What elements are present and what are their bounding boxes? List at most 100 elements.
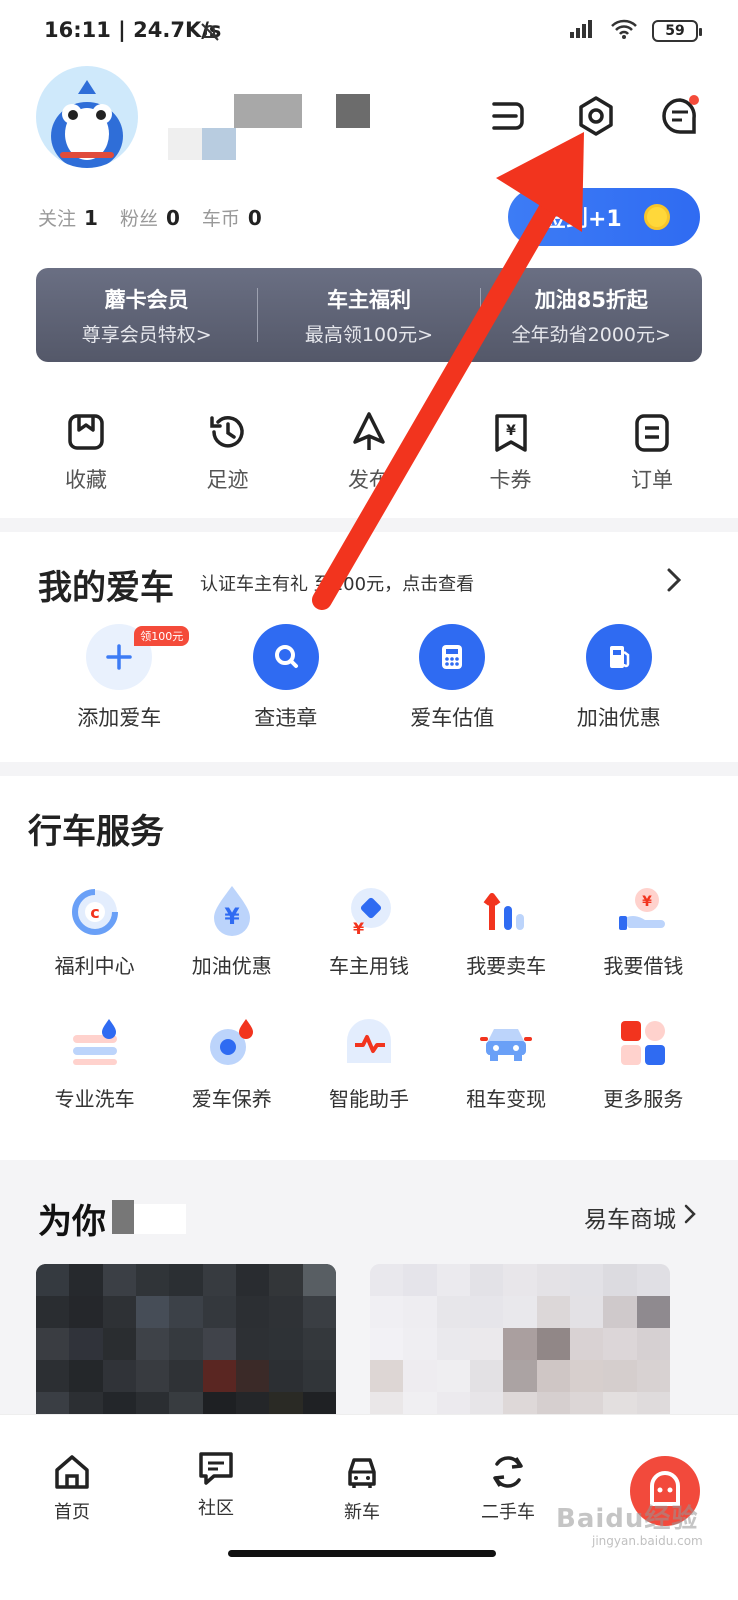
used-car-icon: [488, 1452, 528, 1492]
stat-value[interactable]: 0: [248, 206, 262, 230]
svc-item[interactable]: c 福利中心: [26, 880, 163, 979]
svc-label: 我要卖车: [466, 954, 547, 978]
svc-item[interactable]: 智能助手: [300, 1013, 437, 1112]
member-title: 加油85折起: [534, 287, 648, 312]
svc-item[interactable]: ¥ 加油优惠: [163, 880, 300, 979]
car-item-valuation[interactable]: 爱车估值: [377, 624, 527, 732]
member-banner: 蘑卡会员 尊享会员特权> 车主福利 最高领100元> 加油85折起 全年劲省20…: [36, 268, 702, 362]
stat-label[interactable]: 粉丝: [120, 204, 158, 231]
member-sub: 全年劲省2000元>: [511, 323, 671, 346]
member-item-fuel[interactable]: 加油85折起 全年劲省2000元>: [481, 284, 702, 347]
sell-car-icon: [476, 880, 536, 940]
username-blur: [336, 94, 370, 128]
menu-icon[interactable]: [488, 96, 528, 140]
signin-button[interactable]: 签到+1: [508, 188, 700, 246]
stat-label[interactable]: 关注: [38, 204, 76, 231]
baidu-watermark: Baidu经验: [556, 1504, 699, 1534]
tab-home[interactable]: 首页: [22, 1452, 122, 1524]
stat-value[interactable]: 1: [84, 206, 98, 230]
recommend-card-right[interactable]: [370, 1264, 670, 1424]
svc-label: 我要借钱: [603, 954, 684, 978]
community-icon: [196, 1448, 236, 1488]
recommend-card-left[interactable]: [36, 1264, 336, 1424]
svc-label: 更多服务: [603, 1087, 684, 1111]
status-time: 16:11 | 24.7K/s: [44, 18, 222, 42]
quick-label: 足迹: [206, 468, 249, 492]
svc-item[interactable]: ¥ 我要借钱: [575, 880, 712, 979]
rent-car-icon: [476, 1013, 536, 1073]
member-item-vip[interactable]: 蘑卡会员 尊享会员特权>: [36, 284, 257, 347]
stat-label[interactable]: 车币: [202, 204, 240, 231]
username-blur: [234, 94, 302, 128]
mall-link[interactable]: 易车商城: [584, 1200, 698, 1234]
maintenance-icon: [202, 1013, 262, 1073]
section-separator: [0, 518, 738, 532]
car-label: 爱车估值: [410, 706, 495, 730]
order-icon: [630, 410, 674, 454]
tab-new-car[interactable]: 新车: [312, 1452, 412, 1524]
svc-item[interactable]: 爱车保养: [163, 1013, 300, 1112]
car-item-fuel[interactable]: 加油优惠: [544, 624, 694, 732]
search-icon: [252, 624, 319, 690]
car-wash-icon: [65, 1013, 125, 1073]
member-sub: 最高领100元>: [304, 323, 434, 346]
stat-value[interactable]: 0: [166, 206, 180, 230]
home-indicator[interactable]: [228, 1550, 496, 1557]
tab-used-car[interactable]: 二手车: [458, 1452, 558, 1524]
section-separator: [0, 762, 738, 776]
svc-item[interactable]: ¥ 车主用钱: [300, 880, 437, 979]
svc-label: 租车变现: [466, 1087, 547, 1111]
car-label: 添加爱车: [77, 706, 162, 730]
quick-menu: 收藏 足迹 发布 ¥ 卡券 订单: [36, 410, 702, 494]
my-car-row: 领100元 添加爱车 查违章 爱车估值 加油优惠: [36, 624, 702, 732]
member-title: 蘑卡会员: [104, 287, 189, 312]
coupon-icon: ¥: [489, 410, 533, 454]
bookmark-icon: [64, 410, 108, 454]
svc-item[interactable]: 我要卖车: [438, 880, 575, 979]
car-item-add[interactable]: 领100元 添加爱车: [44, 624, 194, 732]
services-grid: c 福利中心 ¥ 加油优惠 ¥ 车主用钱 我要卖车 ¥ 我要借钱 专业洗车 爱车…: [26, 880, 712, 1112]
calculator-icon: [419, 624, 486, 690]
car-item-violation[interactable]: 查违章: [211, 624, 361, 732]
signin-label: 签到+1: [544, 207, 622, 232]
welfare-icon: c: [65, 880, 125, 940]
chevron-right-icon[interactable]: [662, 566, 686, 598]
svc-label: 智能助手: [328, 1087, 409, 1111]
member-sub: 尊享会员特权>: [81, 323, 212, 346]
quick-item-coupons[interactable]: ¥ 卡券: [461, 410, 561, 494]
settings-icon[interactable]: [574, 94, 618, 142]
quick-label: 收藏: [65, 468, 107, 492]
services-title: 行车服务: [28, 812, 164, 852]
message-icon[interactable]: [658, 94, 702, 142]
wifi-icon: [610, 18, 638, 44]
svc-item[interactable]: 更多服务: [575, 1013, 712, 1112]
quick-label: 发布: [348, 468, 390, 492]
signal-icon: [568, 18, 596, 44]
username-blur: [202, 128, 236, 160]
member-item-benefits[interactable]: 车主福利 最高领100元>: [258, 284, 479, 347]
svc-item[interactable]: 租车变现: [438, 1013, 575, 1112]
avatar[interactable]: [36, 66, 138, 168]
quick-item-favorites[interactable]: 收藏: [36, 410, 136, 494]
my-car-title: 我的爱车: [38, 568, 174, 608]
quick-label: 卡券: [489, 468, 532, 492]
title-blur: [112, 1200, 134, 1234]
svc-label: 爱车保养: [191, 1087, 272, 1111]
publish-icon: [347, 410, 391, 454]
tab-community[interactable]: 社区: [166, 1448, 266, 1520]
new-car-icon: [342, 1452, 382, 1492]
tab-label: 二手车: [481, 1502, 535, 1523]
battery-icon: 59: [652, 20, 702, 42]
car-label: 查违章: [254, 706, 318, 730]
baidu-watermark-url: jingyan.baidu.com: [592, 1534, 703, 1548]
my-car-promo[interactable]: 认证车主有礼 至100元，点击查看: [200, 570, 474, 596]
title-blur: [134, 1204, 186, 1234]
quick-item-history[interactable]: 足迹: [178, 410, 278, 494]
svc-label: 加油优惠: [191, 954, 272, 978]
svc-item[interactable]: 专业洗车: [26, 1013, 163, 1112]
coin-icon: [643, 204, 670, 230]
quick-item-orders[interactable]: 订单: [602, 410, 702, 494]
profile-stats: 关注 1 粉丝 0 车币 0: [38, 204, 284, 231]
quick-item-publish[interactable]: 发布: [319, 410, 419, 494]
tab-label: 社区: [198, 1498, 234, 1519]
